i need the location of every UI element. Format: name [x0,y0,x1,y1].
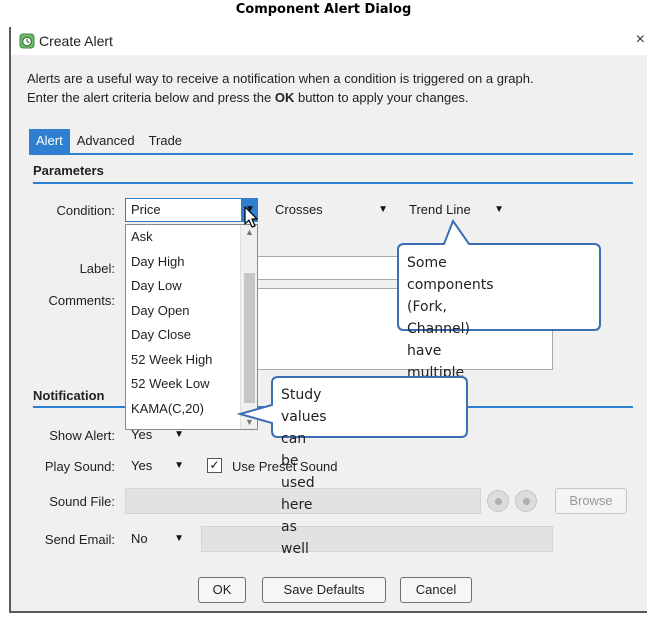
study-values-callout-text: Study values can be used here as well [281,384,327,560]
figure-caption: Component Alert Dialog [235,2,412,17]
callout-bubble-shape [236,376,468,438]
study-callout-line-2: used here as well [281,475,315,557]
create-alert-dialog: Create Alert × Alerts are a useful way t… [9,27,647,613]
study-callout-line-1: Study values can be [281,387,327,469]
